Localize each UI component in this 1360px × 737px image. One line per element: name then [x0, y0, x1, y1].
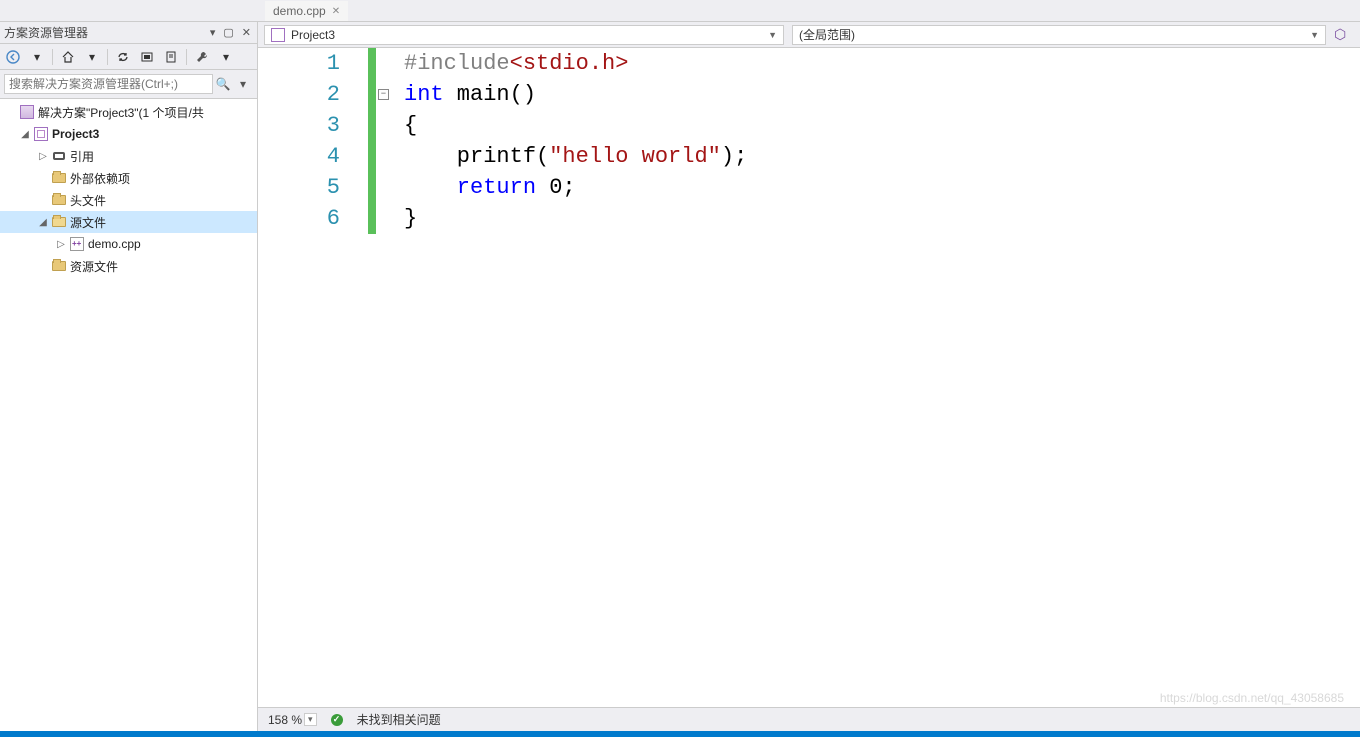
line-number: 3 [258, 110, 340, 141]
fold-toggle-icon[interactable]: − [378, 89, 389, 100]
project-combo[interactable]: Project3 ▼ [264, 25, 784, 45]
expand-icon[interactable]: ▷ [36, 151, 50, 162]
search-row: 🔍 ▾ [0, 70, 257, 99]
code-editor[interactable]: 1 2 3 4 5 6 − #include<stdio.h> int main… [258, 48, 1360, 707]
show-all-icon[interactable] [138, 48, 156, 66]
panel-title: 方案资源管理器 [4, 24, 208, 41]
solution-icon [20, 105, 34, 119]
home-icon[interactable] [59, 48, 77, 66]
navigation-bar: Project3 ▼ (全局范围) ▼ ⬡ [258, 22, 1360, 48]
project-icon [34, 127, 48, 141]
forward-icon[interactable]: ▾ [28, 48, 46, 66]
token-keyword: int [404, 82, 444, 107]
back-icon[interactable] [4, 48, 22, 66]
external-deps-node[interactable]: 外部依赖项 [0, 167, 257, 189]
references-node[interactable]: ▷ 引用 [0, 145, 257, 167]
token-brace: { [404, 113, 417, 138]
node-label: Project3 [52, 127, 99, 141]
token-call: printf( [404, 144, 549, 169]
token-identifier: main() [444, 82, 536, 107]
collapse-icon[interactable]: ◢ [18, 129, 32, 140]
node-label: 引用 [70, 148, 94, 165]
line-number: 4 [258, 141, 340, 172]
node-label: 头文件 [70, 192, 106, 209]
close-icon[interactable]: ✕ [332, 6, 340, 17]
node-label: 资源文件 [70, 258, 118, 275]
document-tab-active[interactable]: demo.cpp ✕ [265, 1, 348, 21]
resources-node[interactable]: 资源文件 [0, 255, 257, 277]
toolbar-more-icon[interactable]: ▾ [217, 48, 235, 66]
search-icon[interactable]: 🔍 [213, 77, 233, 91]
tab-label: demo.cpp [273, 4, 326, 18]
node-label: demo.cpp [88, 237, 141, 251]
ok-icon: ✓ [331, 714, 343, 726]
token-keyword: return [404, 175, 536, 200]
combo-label: (全局范围) [799, 26, 855, 43]
project-node[interactable]: ◢ Project3 [0, 123, 257, 145]
fold-column: − [376, 48, 396, 707]
zoom-value: 158 % [268, 713, 302, 727]
panel-dropdown-icon[interactable]: ▾ [208, 26, 218, 39]
sync-icon[interactable] [114, 48, 132, 66]
token-brace: } [404, 206, 417, 231]
chevron-down-icon: ▼ [768, 30, 777, 40]
change-indicator [368, 48, 376, 707]
project-icon [271, 28, 285, 42]
line-number: 1 [258, 48, 340, 79]
panel-pin-icon[interactable]: ▢ [221, 26, 235, 39]
cpp-file-icon [70, 237, 84, 251]
chevron-down-icon[interactable]: ▾ [304, 713, 317, 726]
folder-icon [52, 195, 66, 205]
token-string: "hello world" [549, 144, 721, 169]
editor-area: Project3 ▼ (全局范围) ▼ ⬡ 1 2 3 4 5 6 [258, 22, 1360, 731]
zoom-control[interactable]: 158 % ▾ [268, 713, 317, 727]
ide-status-strip [0, 731, 1360, 737]
issues-text: 未找到相关问题 [357, 711, 441, 728]
line-number: 5 [258, 172, 340, 203]
explorer-toolbar: ▾ ▾ ▾ [0, 44, 257, 70]
editor-status-bar: 158 % ▾ ✓ 未找到相关问题 [258, 707, 1360, 731]
folder-icon [52, 261, 66, 271]
dropdown-icon[interactable]: ▾ [83, 48, 101, 66]
source-file-node[interactable]: ▷ demo.cpp [0, 233, 257, 255]
code-content[interactable]: #include<stdio.h> int main() { printf("h… [396, 48, 1360, 707]
solution-tree: 解决方案"Project3"(1 个项目/共 ◢ Project3 ▷ 引用 外… [0, 99, 257, 731]
search-input[interactable] [4, 74, 213, 94]
references-icon [53, 152, 65, 160]
panel-header: 方案资源管理器 ▾ ▢ ✕ [0, 22, 257, 44]
headers-node[interactable]: 头文件 [0, 189, 257, 211]
line-number: 6 [258, 203, 340, 234]
node-label: 源文件 [70, 214, 106, 231]
collapse-icon[interactable]: ◢ [36, 217, 50, 228]
token-punc: ); [721, 144, 747, 169]
combo-label: Project3 [291, 28, 335, 42]
line-number: 2 [258, 79, 340, 110]
search-dropdown-icon[interactable]: ▾ [233, 77, 253, 91]
token-rest: 0; [536, 175, 576, 200]
properties-icon[interactable] [162, 48, 180, 66]
scope-combo[interactable]: (全局范围) ▼ [792, 25, 1326, 45]
line-number-gutter: 1 2 3 4 5 6 [258, 48, 368, 707]
member-combo-icon[interactable]: ⬡ [1334, 26, 1354, 43]
folder-open-icon [52, 217, 66, 227]
panel-close-icon[interactable]: ✕ [240, 26, 253, 39]
node-label: 解决方案"Project3"(1 个项目/共 [38, 104, 204, 121]
wrench-icon[interactable] [193, 48, 211, 66]
expand-icon[interactable]: ▷ [54, 239, 68, 250]
sources-node[interactable]: ◢ 源文件 [0, 211, 257, 233]
node-label: 外部依赖项 [70, 170, 130, 187]
solution-node[interactable]: 解决方案"Project3"(1 个项目/共 [0, 101, 257, 123]
solution-explorer-panel: 方案资源管理器 ▾ ▢ ✕ ▾ ▾ ▾ [0, 22, 258, 731]
document-tab-bar: demo.cpp ✕ [0, 0, 1360, 22]
token-include: <stdio.h> [510, 51, 629, 76]
token-preproc: #include [404, 51, 510, 76]
folder-icon [52, 173, 66, 183]
chevron-down-icon: ▼ [1310, 30, 1319, 40]
